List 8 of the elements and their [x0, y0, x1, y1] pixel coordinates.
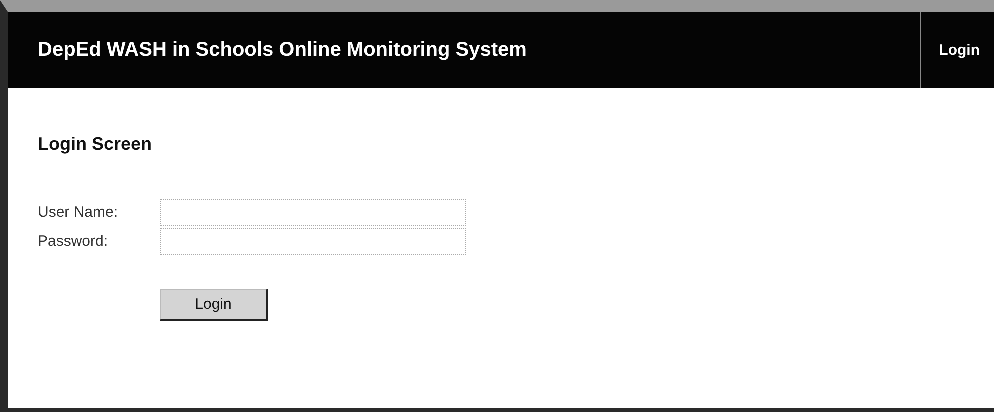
input-field[interactable] [160, 199, 466, 226]
login-button[interactable]: Login [160, 289, 268, 321]
field-label: Password: [38, 233, 110, 250]
field-label: User Name: [38, 204, 120, 221]
app-title: DepEd WASH in Schools Online Monitoring System [38, 38, 527, 62]
form-heading: Login Screen [38, 134, 154, 155]
nav-link[interactable]: Login [920, 12, 994, 88]
input-field[interactable] [160, 228, 466, 255]
